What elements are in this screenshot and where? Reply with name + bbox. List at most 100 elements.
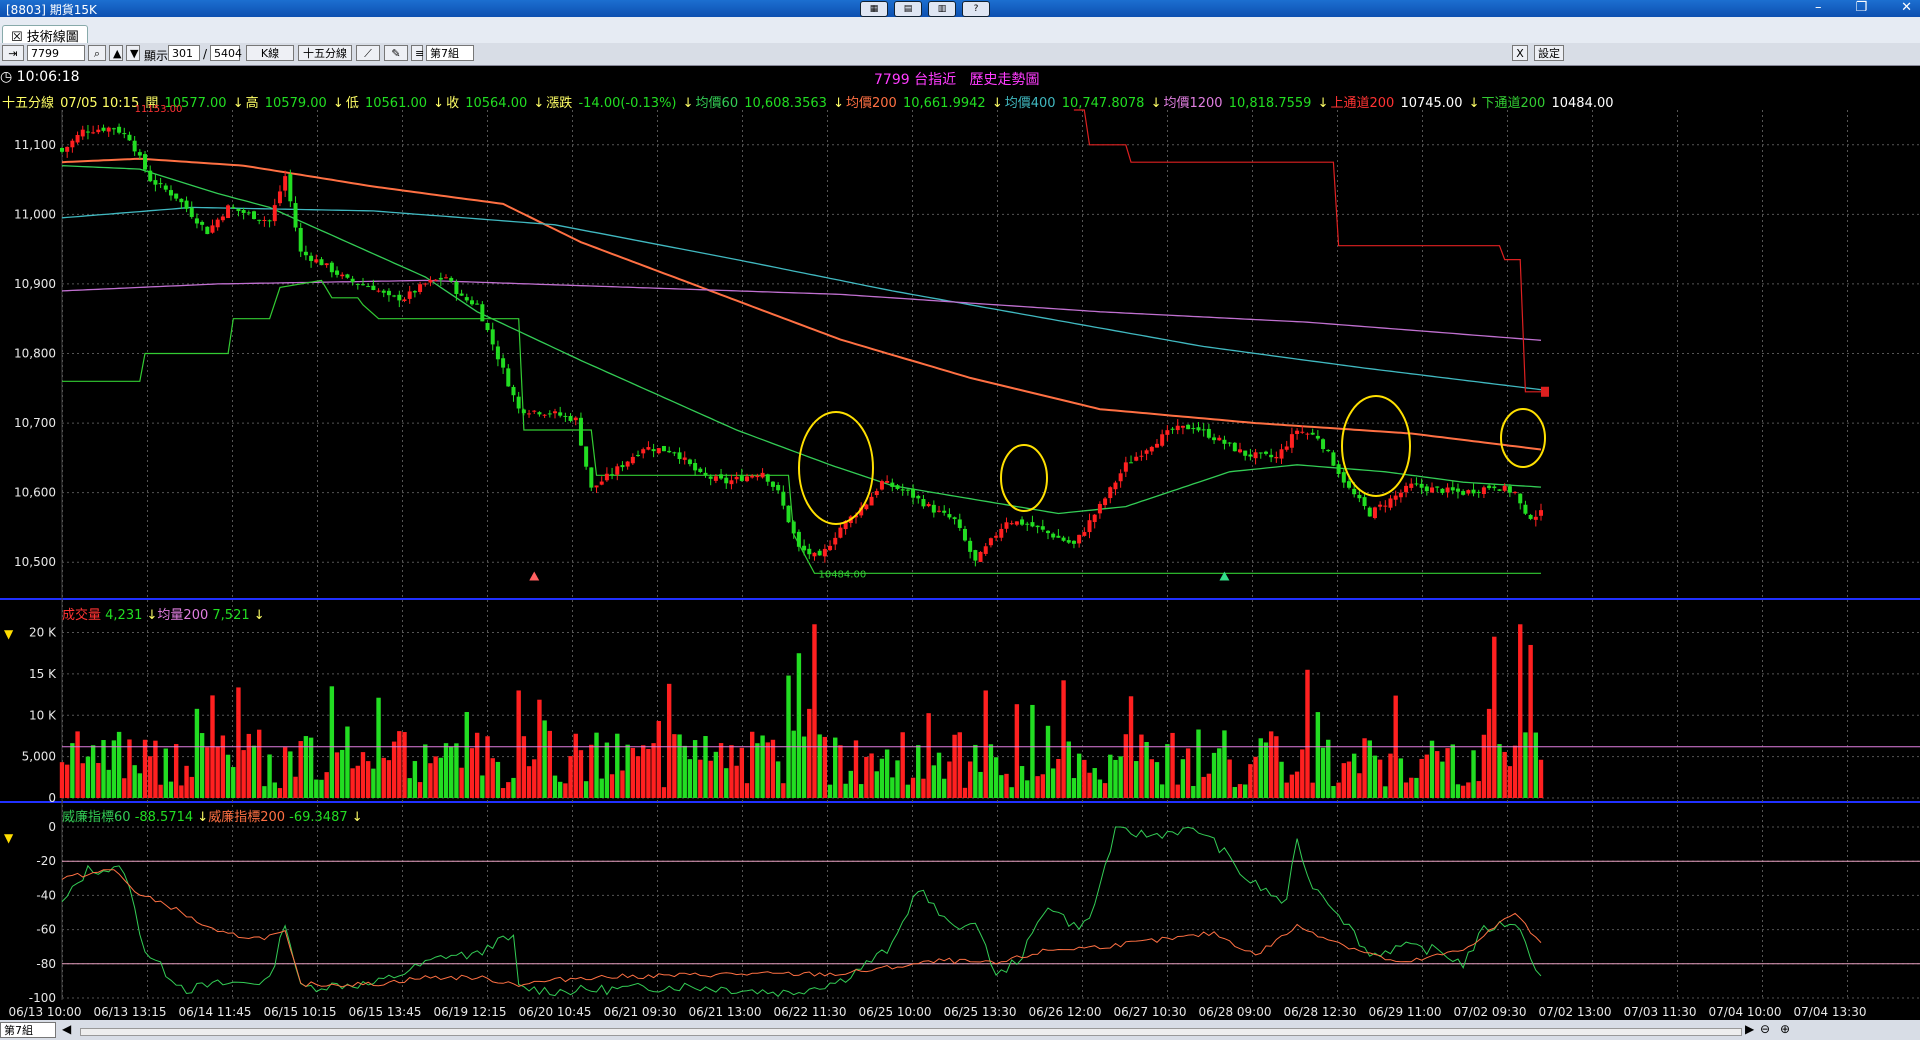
- status-group-select[interactable]: 第7組: [0, 1022, 56, 1038]
- candle-body: [444, 277, 449, 279]
- volume-bar: [122, 778, 127, 798]
- volume-bar: [682, 745, 687, 798]
- candle-body: [537, 412, 542, 415]
- candle-body: [298, 227, 303, 252]
- search-icon[interactable]: ⌕: [88, 45, 106, 61]
- volume-bar: [1424, 754, 1430, 798]
- candle-body: [1014, 521, 1019, 525]
- candle-body: [449, 277, 454, 282]
- list-icon[interactable]: ≡: [411, 45, 424, 61]
- scroll-left-icon[interactable]: ◀: [62, 1022, 71, 1036]
- volume-bar: [360, 752, 366, 798]
- volume-bar: [199, 733, 205, 798]
- volume-bar: [433, 756, 438, 798]
- candle-body: [1393, 495, 1398, 500]
- volume-bar: [879, 758, 885, 798]
- candle-body: [309, 255, 314, 261]
- candle-body: [355, 283, 360, 285]
- volume-bar: [142, 739, 148, 798]
- candle-body: [1352, 488, 1357, 495]
- candle-body: [1113, 482, 1118, 490]
- candle-body: [350, 278, 355, 282]
- volume-bar: [848, 770, 853, 798]
- volume-bar: [687, 759, 693, 798]
- crosshair-icon[interactable]: ⇥: [2, 45, 24, 61]
- candle-body: [454, 281, 459, 295]
- volume-bar: [495, 761, 501, 798]
- candle-body: [1175, 425, 1180, 431]
- volume-bar: [967, 761, 973, 798]
- williams-panel-toggle-icon: ▼: [4, 831, 14, 845]
- volume-bar: [345, 726, 350, 798]
- arrange-icon[interactable]: ▥: [928, 1, 956, 17]
- williams-y-tick-label: -60: [36, 923, 56, 937]
- pen-icon[interactable]: ✎: [384, 45, 408, 61]
- volume-bar: [1481, 734, 1487, 798]
- down-arrow-icon[interactable]: ▼: [126, 45, 140, 61]
- ma400-line: [61, 206, 1542, 391]
- volume-bar: [459, 767, 464, 798]
- volume-bar: [111, 740, 117, 798]
- excel-icon[interactable]: X: [1512, 45, 1528, 61]
- up-arrow-icon[interactable]: ▲: [109, 45, 123, 61]
- candle-body: [1180, 425, 1185, 428]
- volume-bar: [744, 783, 750, 798]
- volume-bar: [1222, 730, 1227, 798]
- tab-technical-chart[interactable]: ☒ 技術線圖: [2, 25, 88, 45]
- volume-bar: [1533, 732, 1539, 798]
- horizontal-scrollbar[interactable]: [80, 1028, 1742, 1036]
- close-icon[interactable]: ✕: [1901, 0, 1912, 15]
- volume-bar: [443, 743, 449, 798]
- x-tick-label: 06/27 10:30: [1114, 1005, 1187, 1019]
- window-title: [8803] 期貨15K: [6, 3, 97, 17]
- period-select[interactable]: 十五分線: [298, 45, 352, 61]
- candle-body: [708, 476, 713, 479]
- candle-body: [464, 297, 469, 301]
- volume-bar: [1056, 758, 1061, 798]
- candle-body: [516, 396, 521, 409]
- scroll-right-icon[interactable]: ▶: [1745, 1022, 1754, 1036]
- volume-bar: [474, 732, 480, 798]
- volume-bar: [340, 749, 345, 798]
- draw-line-icon[interactable]: ⟋: [356, 45, 380, 61]
- display-count-input[interactable]: 301: [168, 45, 200, 61]
- volume-bar: [599, 778, 604, 798]
- candle-body: [1383, 505, 1388, 507]
- volume-bar: [220, 735, 226, 798]
- kline-type-select[interactable]: K線: [246, 45, 294, 61]
- maximize-icon[interactable]: ❐: [1855, 0, 1867, 15]
- symbol-select[interactable]: 7799: [27, 45, 85, 61]
- x-tick-label: 07/03 11:30: [1624, 1005, 1697, 1019]
- volume-bar: [1450, 744, 1455, 798]
- candle-body: [485, 322, 490, 331]
- zoom-in-icon[interactable]: ⊕: [1780, 1022, 1790, 1036]
- volume-bar: [1528, 644, 1533, 798]
- help-icon[interactable]: ?: [962, 1, 990, 17]
- candle-body: [1435, 486, 1440, 488]
- volume-bar: [282, 747, 288, 798]
- minimize-icon[interactable]: –: [1815, 0, 1822, 15]
- volume-bar: [916, 745, 921, 798]
- group-select[interactable]: 第7組: [426, 45, 474, 61]
- volume-bar: [905, 784, 911, 798]
- settings-button[interactable]: 設定: [1534, 45, 1564, 61]
- cascade-icon[interactable]: ▤: [894, 1, 922, 17]
- volume-bar: [620, 770, 625, 798]
- candle-body: [578, 417, 583, 446]
- candle-body: [620, 465, 625, 468]
- candle-body: [1404, 485, 1409, 493]
- volume-bar: [397, 731, 402, 798]
- candle-body: [423, 283, 428, 285]
- candle-body: [418, 284, 423, 292]
- candle-body: [1222, 439, 1227, 444]
- tile-icon[interactable]: ▦: [860, 1, 888, 17]
- chart-canvas[interactable]: 06/13 10:00 06/13 13:15 06/14 11:45 06/15 1…: [0, 68, 1920, 1020]
- volume-bar: [926, 713, 931, 798]
- volume-bar: [231, 767, 236, 798]
- candle-body: [776, 484, 781, 491]
- volume-bar: [827, 784, 833, 798]
- candle-body: [1066, 540, 1071, 543]
- x-tick-label: 07/04 13:30: [1794, 1005, 1867, 1019]
- volume-bar: [1523, 732, 1528, 798]
- zoom-out-icon[interactable]: ⊖: [1760, 1022, 1770, 1036]
